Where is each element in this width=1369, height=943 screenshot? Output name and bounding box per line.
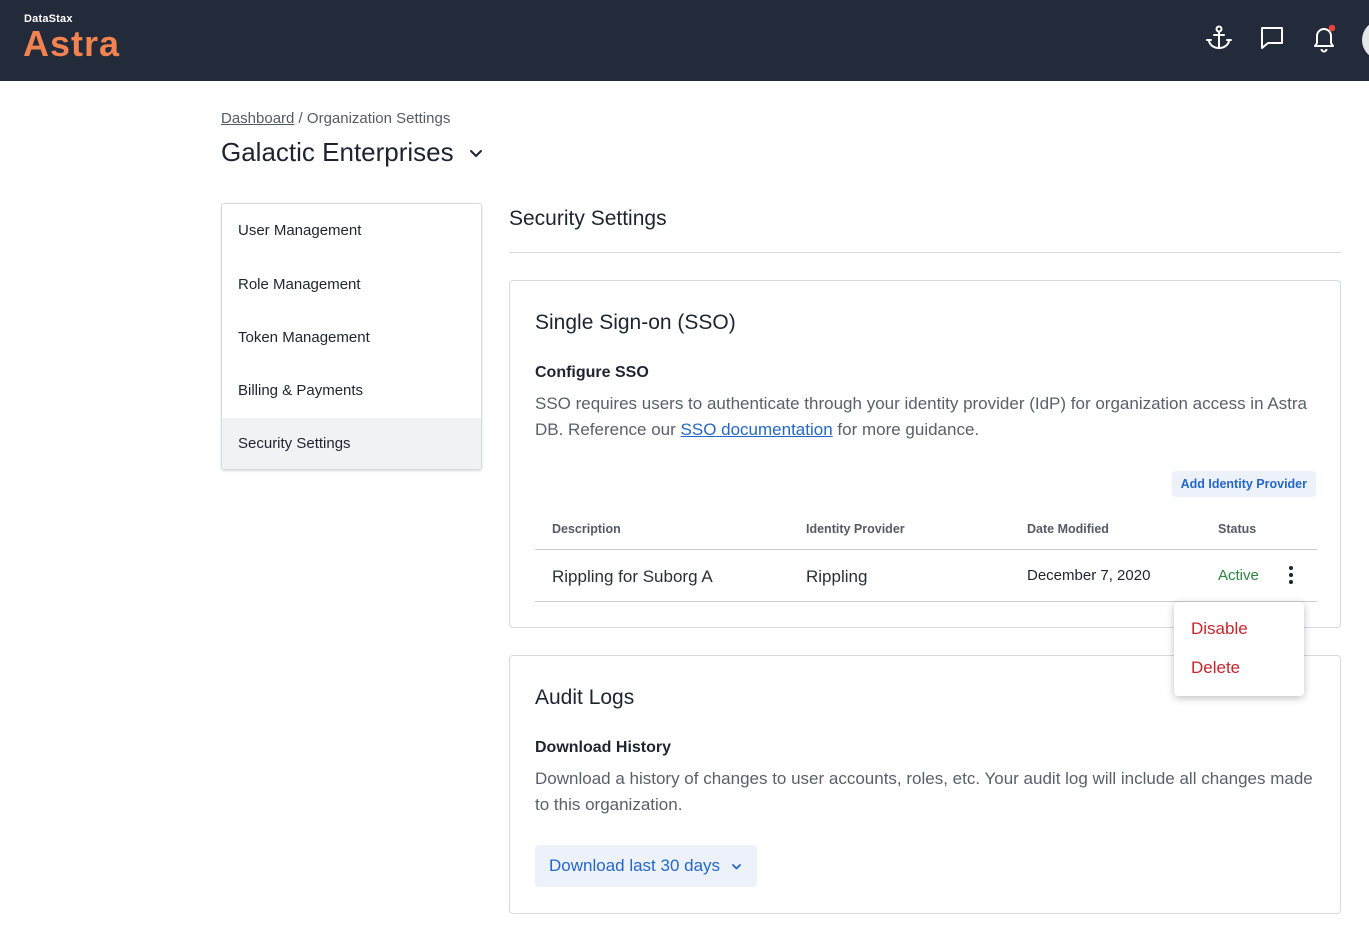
- column-header-date-modified[interactable]: Date Modified: [1027, 522, 1109, 536]
- sso-table: Description Identity Provider Date Modif…: [535, 511, 1317, 602]
- cell-date-modified: December 7, 2020: [1027, 567, 1151, 584]
- org-name: Galactic Enterprises: [221, 137, 454, 167]
- sidebar-item-label: Role Management: [238, 275, 361, 293]
- sidebar-item-label: Billing & Payments: [238, 382, 364, 400]
- sidebar-item-role-management[interactable]: Role Management: [222, 257, 481, 310]
- audit-description: Download a history of changes to user ac…: [535, 769, 1313, 814]
- page-title: Security Settings: [509, 207, 667, 230]
- audit-title: Audit Logs: [535, 686, 635, 709]
- chevron-down-icon: [469, 149, 482, 157]
- product-logo[interactable]: Astra: [23, 24, 120, 64]
- sso-documentation-link[interactable]: SSO documentation: [681, 420, 833, 439]
- anchor-icon[interactable]: [1204, 23, 1234, 53]
- breadcrumb-separator: /: [294, 110, 307, 127]
- breadcrumb: Dashboard / Organization Settings: [221, 110, 450, 127]
- cell-description: Rippling for Suborg A: [552, 567, 713, 586]
- sso-desc-text-end: for more guidance.: [832, 420, 980, 439]
- sso-card: Single Sign-on (SSO) Configure SSO SSO r…: [509, 280, 1341, 628]
- settings-sidebar: User Management Role Management Token Ma…: [221, 203, 482, 470]
- more-options-icon[interactable]: [1283, 564, 1299, 588]
- section-divider: [509, 252, 1341, 253]
- download-button-label: Download last 30 days: [549, 856, 721, 875]
- sidebar-item-label: Security Settings: [238, 434, 351, 452]
- cell-identity-provider: Rippling: [806, 567, 868, 586]
- table-row[interactable]: Rippling for Suborg A Rippling December …: [535, 550, 1317, 602]
- add-identity-provider-button[interactable]: Add Identity Provider: [1171, 471, 1316, 497]
- table-header: Description Identity Provider Date Modif…: [535, 511, 1317, 550]
- breadcrumb-dashboard-link[interactable]: Dashboard: [221, 110, 294, 127]
- sso-description: SSO requires users to authenticate throu…: [535, 391, 1315, 443]
- sidebar-item-label: Token Management: [238, 328, 370, 346]
- bell-icon[interactable]: [1309, 23, 1339, 53]
- sidebar-item-token-management[interactable]: Token Management: [222, 311, 481, 364]
- sidebar-item-billing-payments[interactable]: Billing & Payments: [222, 364, 481, 417]
- avatar[interactable]: [1362, 20, 1369, 60]
- row-actions-menu: Disable Delete: [1174, 602, 1304, 696]
- sidebar-item-user-management[interactable]: User Management: [222, 204, 481, 257]
- org-selector[interactable]: Galactic Enterprises: [221, 137, 484, 168]
- chat-icon[interactable]: [1257, 23, 1287, 53]
- sso-title: Single Sign-on (SSO): [535, 311, 736, 334]
- sidebar-item-label: User Management: [238, 222, 362, 240]
- sso-subtitle: Configure SSO: [535, 364, 649, 381]
- column-header-description[interactable]: Description: [552, 522, 621, 536]
- status-badge: Active: [1218, 567, 1259, 584]
- menu-item-delete[interactable]: Delete: [1191, 658, 1240, 678]
- breadcrumb-current: Organization Settings: [306, 110, 451, 127]
- column-header-status[interactable]: Status: [1218, 522, 1256, 536]
- sidebar-item-security-settings[interactable]: Security Settings: [222, 417, 481, 469]
- menu-item-disable[interactable]: Disable: [1191, 619, 1248, 639]
- download-history-button[interactable]: Download last 30 days: [535, 845, 758, 887]
- top-nav-bar: DataStax Astra: [0, 0, 1369, 81]
- chevron-down-icon: [732, 863, 741, 869]
- column-header-identity-provider[interactable]: Identity Provider: [806, 522, 905, 536]
- audit-subtitle: Download History: [535, 739, 672, 756]
- product-logo-text: Astra: [23, 23, 121, 64]
